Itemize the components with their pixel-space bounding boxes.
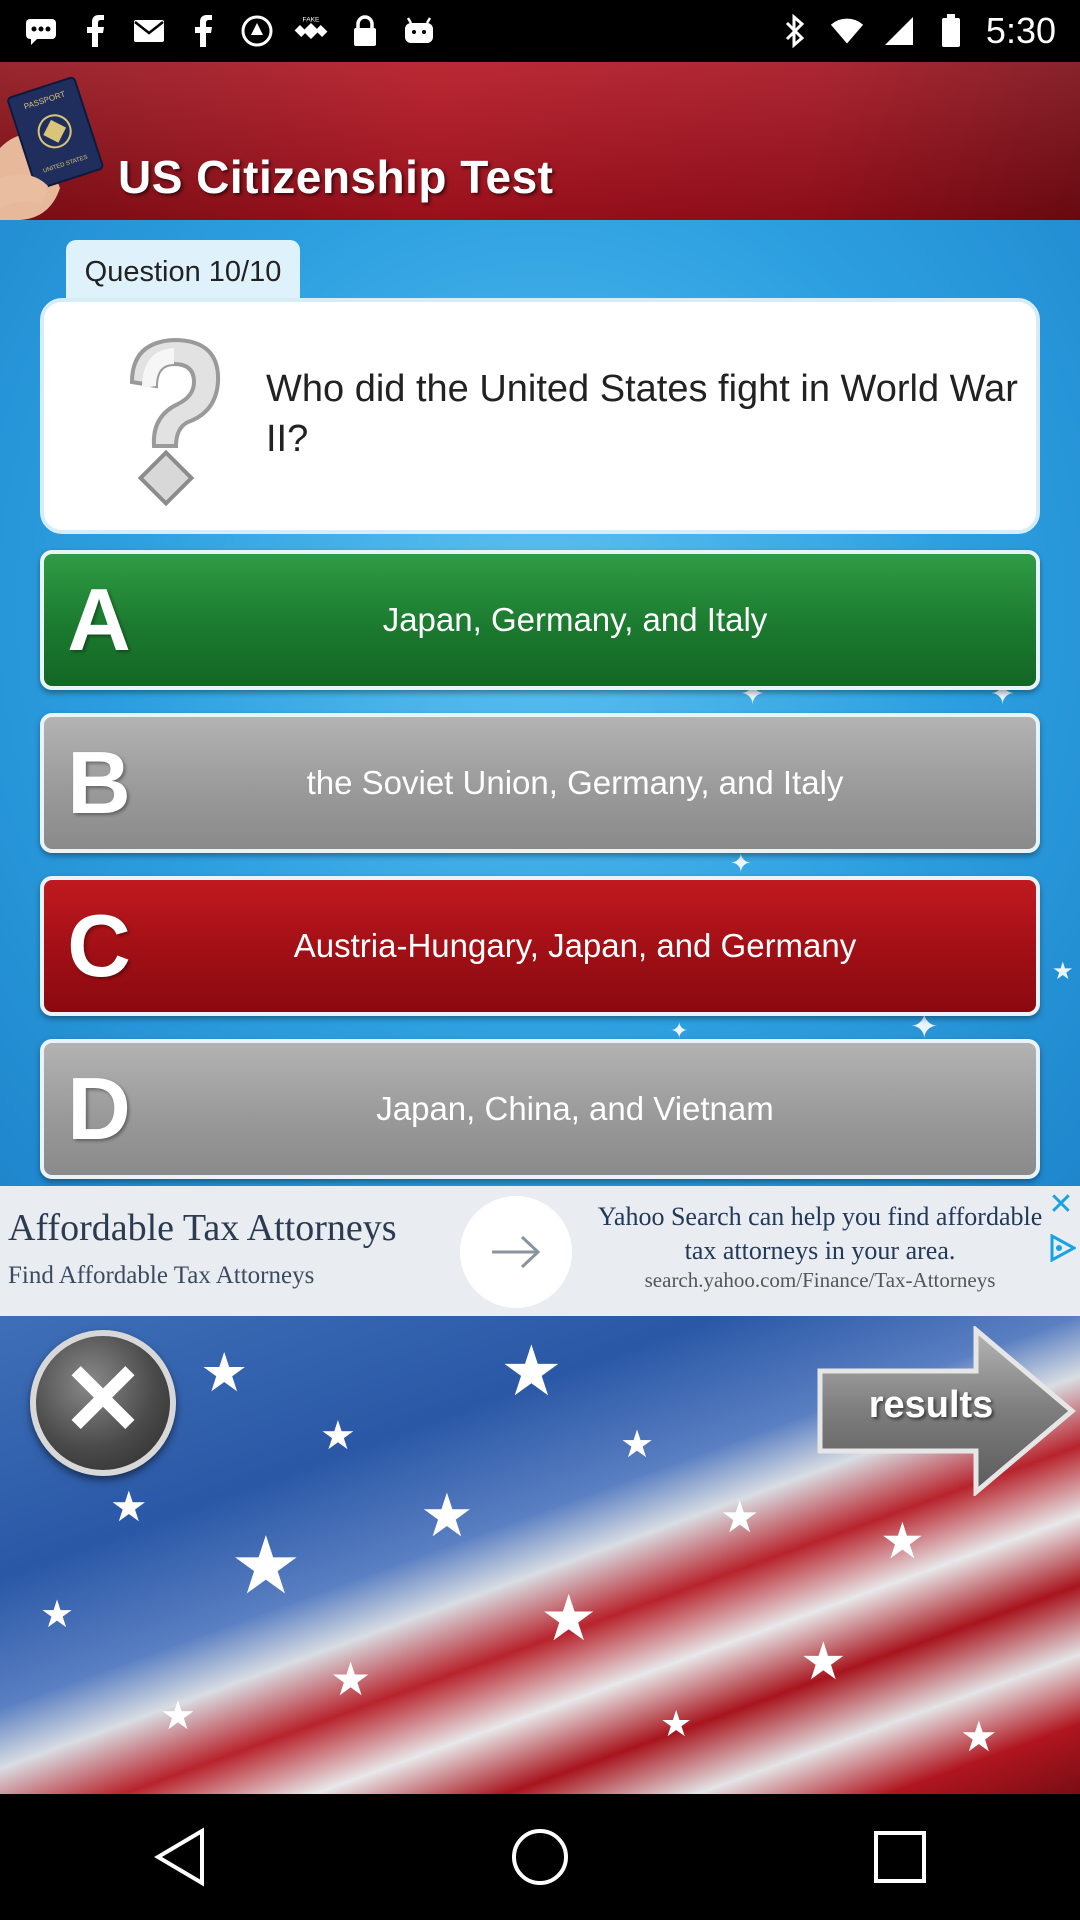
answer-text: Austria-Hungary, Japan, and Germany	[293, 927, 857, 964]
answer-b-button[interactable]: B the Soviet Union, Germany, and Italy	[40, 713, 1040, 853]
answer-text: the Soviet Union, Germany, and Italy	[306, 764, 844, 801]
battery-icon	[934, 14, 968, 48]
arrow-right-icon	[492, 1235, 541, 1269]
star-decoration: ★	[200, 1343, 249, 1403]
ad-banner[interactable]: Affordable Tax Attorneys Find Affordable…	[0, 1186, 1080, 1316]
star-decoration: ★	[420, 1482, 474, 1549]
question-text: Who did the United States fight in World…	[266, 368, 1018, 460]
app-icon	[240, 14, 274, 48]
recents-button[interactable]	[855, 1812, 945, 1902]
answer-a-button[interactable]: A Japan, Germany, and Italy	[40, 550, 1040, 690]
star-decoration: ★	[230, 1521, 302, 1610]
star-decoration: ★	[660, 1703, 693, 1744]
home-icon	[512, 1829, 568, 1885]
question-mark-icon	[129, 337, 221, 507]
android-icon	[402, 14, 436, 48]
answer-d-button[interactable]: D Japan, China, and Vietnam	[40, 1039, 1040, 1179]
ad-choices-icon[interactable]	[1048, 1234, 1076, 1262]
star-decoration: ★	[330, 1653, 372, 1705]
back-button[interactable]	[135, 1812, 225, 1902]
ad-url[interactable]: search.yahoo.com/Finance/Tax-Attorneys	[590, 1268, 1050, 1293]
quiz-area: ✦ ✦ ✦ ★ ✦ ✦ Question 10/10 Who did the U…	[0, 220, 1080, 1186]
ad-title[interactable]: Affordable Tax Attorneys	[8, 1206, 397, 1250]
answer-text: Japan, Germany, and Italy	[382, 601, 768, 638]
back-icon	[154, 1827, 204, 1887]
app-title: US Citizenship Test	[118, 151, 554, 203]
mail-icon	[132, 14, 166, 48]
passport-icon: PASSPORT UNITED STATES	[0, 76, 104, 220]
star-decoration: ★	[800, 1633, 847, 1691]
wifi-icon	[830, 14, 864, 48]
bluetooth-icon	[778, 14, 812, 48]
fake-gps-icon: FAKE	[294, 14, 328, 48]
close-quiz-button[interactable]: ✕	[30, 1330, 176, 1476]
facebook-icon	[78, 14, 112, 48]
signal-icon	[882, 14, 916, 48]
results-label: results	[868, 1384, 994, 1426]
answer-text: Japan, China, and Vietnam	[376, 1090, 774, 1127]
clock: 5:30	[985, 10, 1056, 51]
question-card: Who did the United States fight in World…	[40, 298, 1040, 534]
star-decoration: ★	[540, 1582, 598, 1654]
close-icon: ✕	[61, 1344, 145, 1456]
status-bar: FAKE 5:30	[0, 0, 1080, 62]
ad-subtitle[interactable]: Find Affordable Tax Attorneys	[8, 1262, 314, 1290]
ad-arrow-button[interactable]	[460, 1196, 572, 1308]
star-decoration: ★	[160, 1694, 196, 1738]
svg-text:FAKE: FAKE	[303, 17, 320, 24]
answer-letter: D	[67, 1059, 131, 1158]
answer-letter: C	[67, 896, 131, 995]
star-decoration: ★	[880, 1513, 925, 1569]
star-decoration: ✦	[730, 848, 752, 878]
star-decoration: ★	[320, 1414, 356, 1458]
lock-icon	[348, 14, 382, 48]
system-icons: 5:30	[778, 10, 1080, 52]
question-progress-tab: Question 10/10	[66, 240, 300, 304]
results-button[interactable]: results	[816, 1324, 1078, 1498]
star-decoration: ★	[960, 1713, 998, 1760]
app-header: PASSPORT UNITED STATES US Citizenship Te…	[0, 62, 1080, 220]
notification-icons: FAKE	[0, 14, 436, 48]
facebook-icon	[186, 14, 220, 48]
star-decoration: ★	[620, 1424, 655, 1466]
answer-c-button[interactable]: C Austria-Hungary, Japan, and Germany	[40, 876, 1040, 1016]
star-decoration: ★	[40, 1594, 75, 1636]
answer-letter: B	[67, 733, 131, 832]
home-button[interactable]	[495, 1812, 585, 1902]
flag-footer: ★ ★ ★ ★ ★ ★ ★ ★ ★ ★ ★ ★ ★ ★ ★ ★ ✕ result…	[0, 1316, 1080, 1794]
star-decoration: ★	[1052, 958, 1074, 985]
star-decoration: ★	[500, 1332, 563, 1410]
star-decoration: ★	[720, 1493, 760, 1542]
answer-letter: A	[67, 570, 131, 669]
star-decoration: ★	[110, 1483, 148, 1530]
chat-icon	[24, 14, 58, 48]
recents-icon	[874, 1831, 926, 1883]
close-icon[interactable]: ✕	[1046, 1190, 1076, 1220]
navigation-bar	[0, 1794, 1080, 1920]
ad-description[interactable]: Yahoo Search can help you find affordabl…	[585, 1200, 1055, 1268]
